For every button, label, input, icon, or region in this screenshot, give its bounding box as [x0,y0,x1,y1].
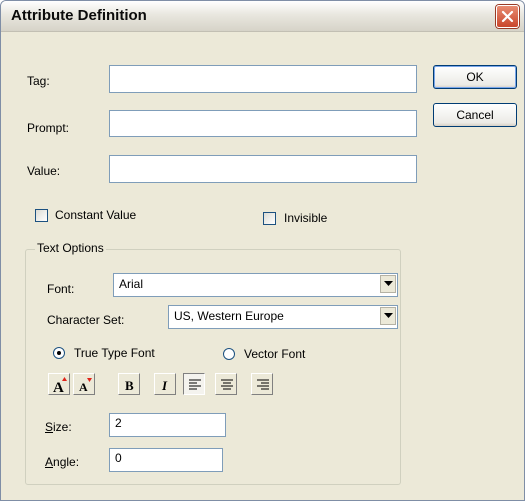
charset-select[interactable]: US, Western Europe [168,305,398,329]
tag-label: Tag: [27,74,50,88]
align-center-icon [221,379,233,390]
charset-select-arrow[interactable] [380,307,396,325]
font-select[interactable]: Arial [113,273,398,297]
align-right-icon [257,379,269,390]
close-button[interactable] [496,5,519,28]
font-label: Font: [47,282,75,296]
text-options-title: Text Options [35,241,106,255]
bold-button[interactable]: B [118,373,140,395]
value-input[interactable] [109,155,417,183]
align-center-button[interactable] [215,373,237,395]
align-left-button[interactable] [183,373,205,395]
svg-text:A: A [79,380,88,394]
font-select-arrow[interactable] [380,275,396,293]
title-bar[interactable]: Attribute Definition [1,1,524,32]
radio-selected-dot [57,351,61,355]
prompt-input[interactable] [109,110,417,137]
font-grow-icon: A [53,377,67,394]
font-shrink-icon: A [79,378,92,394]
charset-label: Character Set: [47,313,125,327]
italic-icon: I [161,378,168,393]
truetype-label: True Type Font [74,346,155,360]
invisible-label: Invisible [284,211,328,225]
font-grow-button[interactable]: A [48,373,70,395]
cancel-button[interactable]: Cancel [433,103,517,127]
italic-button[interactable]: I [154,373,176,395]
angle-label: Angle: [45,455,80,469]
font-select-value: Arial [119,277,144,291]
ok-button[interactable]: OK [433,65,517,89]
constant-value-label: Constant Value [55,208,137,222]
chevron-down-icon [384,281,393,286]
size-label: Size: [45,420,72,434]
window-title: Attribute Definition [11,7,147,24]
close-icon [501,10,514,23]
value-label: Value: [27,164,61,178]
svg-text:A: A [53,380,64,394]
prompt-label: Prompt: [27,121,70,135]
align-right-button[interactable] [251,373,273,395]
dialog-window: Attribute Definition Tag: Prompt: Value:… [0,0,525,501]
charset-select-value: US, Western Europe [174,309,284,323]
angle-input[interactable]: 0 [109,448,223,472]
invisible-checkbox[interactable] [263,212,276,225]
svg-text:B: B [125,378,134,393]
tag-input[interactable] [109,65,417,93]
constant-value-checkbox[interactable] [35,209,48,222]
size-input[interactable]: 2 [109,413,226,437]
vectorfont-radio[interactable] [223,348,235,360]
chevron-down-icon [384,313,393,318]
truetype-radio[interactable] [53,347,65,359]
align-left-icon [189,379,201,390]
font-shrink-button[interactable]: A [73,373,95,395]
bold-icon: B [125,378,134,393]
svg-text:I: I [161,378,168,393]
vectorfont-label: Vector Font [244,347,306,361]
